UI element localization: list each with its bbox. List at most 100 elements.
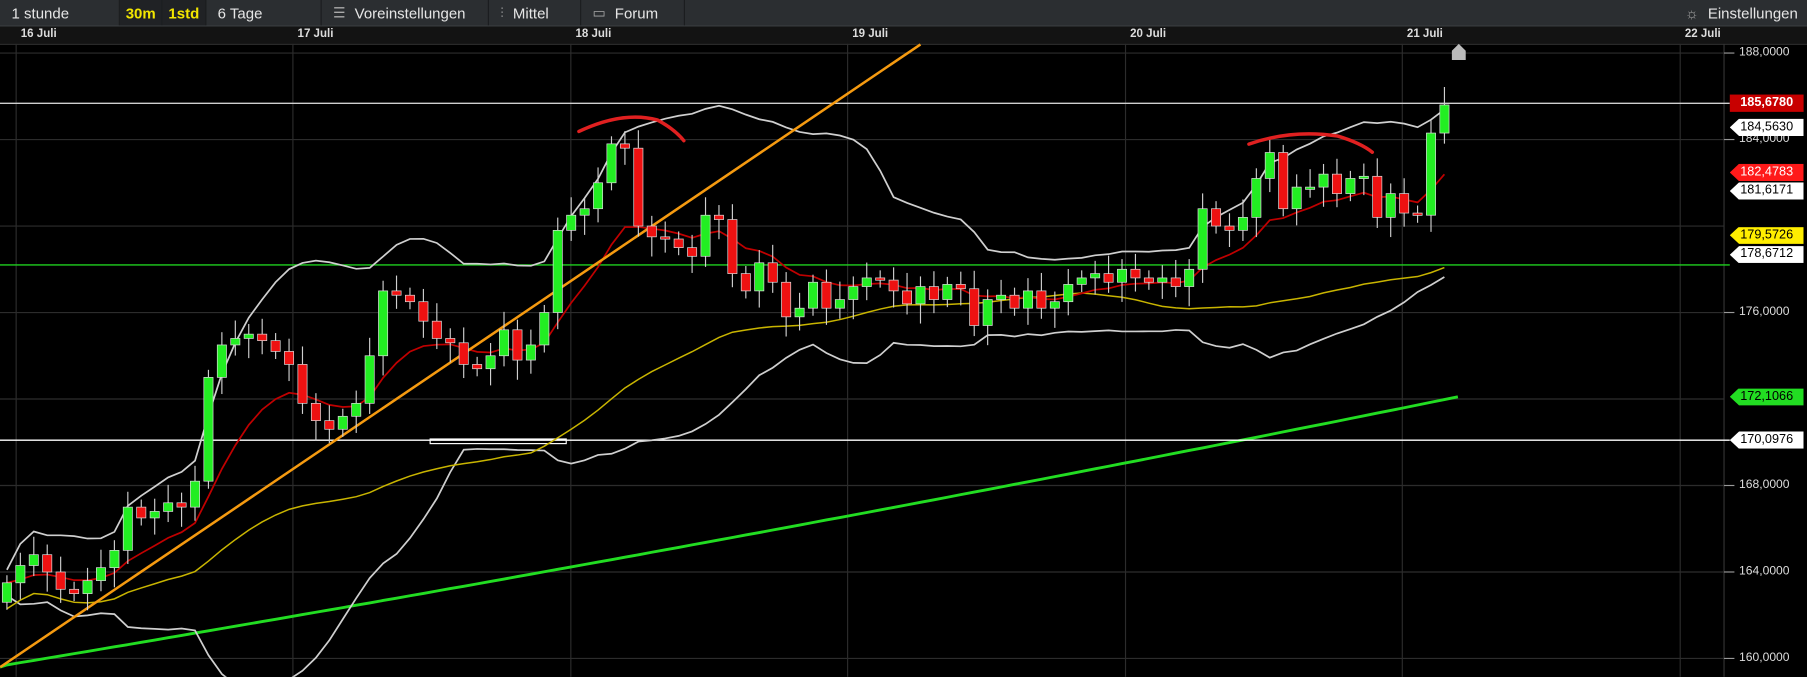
candle-down — [955, 284, 966, 290]
candle-up — [499, 329, 509, 357]
candle-up — [794, 307, 805, 318]
candle-down — [1278, 152, 1289, 210]
price-label: 179,5726 — [1729, 226, 1804, 244]
candle-down — [176, 502, 187, 508]
candle-up — [1076, 277, 1087, 285]
price-tick-label: 164,0000 — [1739, 563, 1790, 578]
price-label: 181,6171 — [1729, 182, 1804, 200]
candle-up — [1264, 152, 1275, 179]
candle-up — [982, 299, 993, 326]
candle-up — [1063, 284, 1074, 303]
price-tick-label: 168,0000 — [1739, 477, 1790, 492]
candle-up — [808, 281, 818, 309]
candle-up — [190, 480, 200, 508]
candle-down — [42, 554, 53, 573]
candle-down — [646, 225, 657, 238]
candle-up — [1090, 273, 1101, 279]
candle-down — [687, 247, 698, 257]
candle-down — [512, 329, 523, 361]
candle-up — [364, 355, 375, 404]
candle-up — [1023, 290, 1033, 309]
candle-up — [82, 580, 93, 594]
candle-up — [700, 214, 711, 257]
candle-up — [539, 312, 550, 346]
candle-up — [485, 355, 496, 370]
price-label: 185,6780 — [1729, 94, 1804, 112]
candle-up — [1426, 132, 1436, 216]
candle-down — [969, 288, 980, 326]
candle-down — [431, 320, 442, 339]
candle-up — [915, 286, 926, 305]
candle-down — [1009, 294, 1020, 309]
candle-up — [230, 338, 241, 346]
candle-up — [525, 344, 536, 361]
candle-up — [942, 284, 953, 300]
candle-up — [351, 402, 362, 417]
candle-down — [1332, 173, 1342, 194]
candle-up — [606, 143, 617, 184]
candle-up — [1184, 268, 1195, 287]
candle-down — [714, 214, 724, 220]
candle-up — [1049, 301, 1060, 309]
candle-down — [1399, 193, 1410, 214]
candle-down — [310, 402, 321, 421]
exponential-moving-average-line — [6, 173, 1446, 584]
candle-down — [888, 279, 899, 292]
candle-down — [767, 262, 778, 283]
candle-up — [861, 277, 872, 287]
scroll-marker-icon — [1451, 43, 1466, 60]
candle-up — [109, 550, 120, 569]
price-tick-label: 160,0000 — [1739, 650, 1790, 665]
candle-down — [1143, 277, 1154, 283]
price-label: 178,6712 — [1729, 246, 1804, 264]
candle-up — [1291, 186, 1302, 210]
candle-up — [1345, 178, 1356, 194]
candle-up — [28, 554, 39, 566]
candle-up — [243, 333, 254, 339]
candle-down — [1211, 208, 1222, 227]
candle-down — [821, 281, 832, 309]
candle-down — [284, 351, 295, 365]
candle-up — [848, 286, 859, 300]
candle-up — [149, 511, 160, 519]
candle-up — [593, 182, 604, 210]
candle-up — [1157, 277, 1168, 283]
candlestick-chart[interactable] — [0, 0, 1807, 677]
candle-up — [96, 567, 106, 581]
candle-down — [1372, 175, 1383, 218]
candle-down — [902, 290, 913, 305]
candle-down — [297, 364, 308, 404]
candle-up — [1, 582, 12, 603]
candle-down — [472, 364, 483, 370]
candle-down — [55, 571, 66, 590]
candle-down — [136, 506, 147, 519]
candle-down — [1036, 290, 1047, 309]
candle-down — [1103, 273, 1114, 283]
candle-up — [1237, 217, 1248, 231]
price-tick-label: 176,0000 — [1739, 304, 1790, 319]
candle-down — [257, 333, 268, 341]
candle-down — [673, 238, 684, 248]
candle-up — [163, 502, 174, 512]
candle-down — [445, 338, 456, 344]
candle-down — [458, 342, 469, 365]
candle-down — [418, 301, 429, 322]
candle-up — [754, 262, 765, 292]
price-label: 184,5630 — [1729, 118, 1804, 137]
candle-down — [1224, 225, 1235, 231]
candle-down — [69, 588, 80, 594]
candle-up — [579, 208, 590, 216]
candle-down — [270, 340, 281, 352]
long-moving-average-line — [0, 395, 1459, 669]
candle-up — [1439, 104, 1450, 134]
price-label: 172,1066 — [1729, 388, 1804, 406]
price-tick-label: 188,0000 — [1739, 44, 1790, 59]
candle-down — [928, 286, 939, 300]
candle-up — [566, 214, 577, 231]
candle-down — [1412, 212, 1423, 216]
simple-moving-average-line — [6, 266, 1445, 610]
candle-up — [1305, 186, 1316, 190]
candle-up — [996, 294, 1007, 300]
candle-up — [1318, 173, 1329, 188]
candle-up — [1358, 175, 1369, 179]
